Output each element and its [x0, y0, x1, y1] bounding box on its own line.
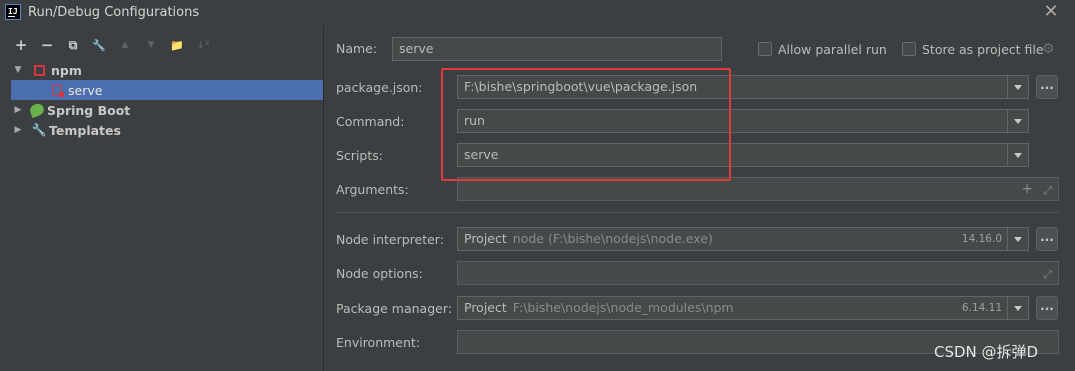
copy-icon: ⧉ [68, 37, 78, 52]
wrench-icon: 🔧 [31, 123, 47, 137]
node-interpreter-project: Project [464, 231, 507, 246]
browse-package-json-button[interactable]: ... [1036, 75, 1058, 99]
browse-node-interpreter-button[interactable]: ... [1036, 227, 1058, 251]
tree-item-label: Spring Boot [47, 102, 131, 118]
tree-item-serve[interactable]: serve [11, 80, 324, 100]
allow-parallel-run-label: Allow parallel run [778, 42, 887, 57]
store-as-project-file-checkbox[interactable] [902, 42, 916, 56]
node-interpreter-label: Node interpreter: [336, 232, 444, 247]
package-manager-combo[interactable]: Project F:\bishe\nodejs\node_modules\npm … [457, 296, 1029, 320]
package-manager-label: Package manager: [336, 301, 452, 316]
intellij-app-icon: IJ [5, 4, 21, 20]
command-label: Command: [336, 114, 405, 129]
gear-icon[interactable]: ⚙ [1042, 41, 1055, 57]
tree-item-npm[interactable]: ▼ npm [0, 60, 324, 80]
chevron-right-icon[interactable]: ▶ [12, 125, 24, 135]
chevron-down-icon[interactable] [1007, 76, 1028, 98]
chevron-down-icon[interactable] [1007, 110, 1028, 132]
package-manager-path: F:\bishe\nodejs\node_modules\npm [512, 300, 734, 315]
panel-divider [323, 26, 324, 371]
close-icon[interactable]: ✕ [1040, 1, 1062, 23]
folder-icon: 📁 [170, 38, 184, 52]
chevron-down-icon[interactable]: ▼ [12, 65, 24, 75]
node-interpreter-version: 14.16.0 [961, 233, 1002, 245]
section-separator [336, 212, 1059, 213]
wrench-icon: 🔧 [92, 38, 106, 52]
app-icon-text: IJ [8, 7, 18, 16]
chevron-down-icon[interactable] [1007, 228, 1028, 250]
annotation-highlight-box [441, 68, 731, 181]
expand-icon[interactable]: ⤢ [1043, 180, 1052, 202]
arguments-label: Arguments: [336, 182, 409, 197]
allow-parallel-run-checkbox[interactable] [758, 42, 772, 56]
package-manager-project: Project [464, 300, 507, 315]
add-configuration-button[interactable]: + [8, 34, 34, 56]
browse-package-manager-button[interactable]: ... [1036, 296, 1058, 320]
edit-defaults-button[interactable]: 🔧 [86, 34, 112, 56]
config-toolbar: + − ⧉ 🔧 ▲ ▼ 📁 ↓² [8, 34, 216, 56]
create-folder-button[interactable]: 📁 [164, 34, 190, 56]
tree-item-label: serve [68, 82, 103, 98]
window-title: Run/Debug Configurations [28, 5, 200, 20]
watermark: CSDN @拆弹D [934, 343, 1039, 361]
move-up-button[interactable]: ▲ [112, 34, 138, 56]
move-down-button[interactable]: ▼ [138, 34, 164, 56]
node-options-input[interactable]: ⤢ [457, 261, 1059, 285]
environment-label: Environment: [336, 335, 421, 350]
chevron-down-icon[interactable] [1007, 297, 1028, 319]
npm-config-icon [50, 83, 64, 97]
plus-icon[interactable]: + [1021, 178, 1033, 200]
package-manager-version: 6.14.11 [961, 302, 1002, 314]
node-interpreter-path: node (F:\bishe\nodejs\node.exe) [512, 231, 713, 246]
sort-button[interactable]: ↓² [190, 34, 216, 56]
tree-item-label: npm [51, 62, 82, 78]
title-bar: IJ Run/Debug Configurations ✕ [0, 0, 1075, 26]
tree-item-spring-boot[interactable]: ▶ Spring Boot [0, 100, 324, 120]
scripts-label: Scripts: [336, 148, 383, 163]
name-label: Name: [336, 41, 378, 56]
chevron-down-icon[interactable] [1007, 144, 1028, 166]
node-interpreter-combo[interactable]: Project node (F:\bishe\nodejs\node.exe) 1… [457, 227, 1029, 251]
spring-boot-icon [28, 101, 46, 119]
expand-icon[interactable]: ⤢ [1043, 264, 1052, 286]
name-input[interactable]: serve [392, 37, 722, 61]
package-json-label: package.json: [336, 80, 423, 95]
configuration-tree: ▼ npm serve ▶ Spring Boot ▶ 🔧 Templates [0, 60, 324, 140]
chevron-right-icon[interactable]: ▶ [12, 105, 24, 115]
remove-configuration-button[interactable]: − [34, 34, 60, 56]
copy-configuration-button[interactable]: ⧉ [60, 34, 86, 56]
store-as-project-file-label: Store as project file [922, 42, 1044, 57]
tree-item-label: Templates [49, 122, 121, 138]
arrow-up-icon: ▲ [121, 40, 129, 50]
node-options-label: Node options: [336, 266, 423, 281]
sort-icon: ↓² [196, 39, 210, 51]
arrow-down-icon: ▼ [147, 40, 155, 50]
tree-item-templates[interactable]: ▶ 🔧 Templates [0, 120, 324, 140]
npm-icon [32, 63, 46, 77]
